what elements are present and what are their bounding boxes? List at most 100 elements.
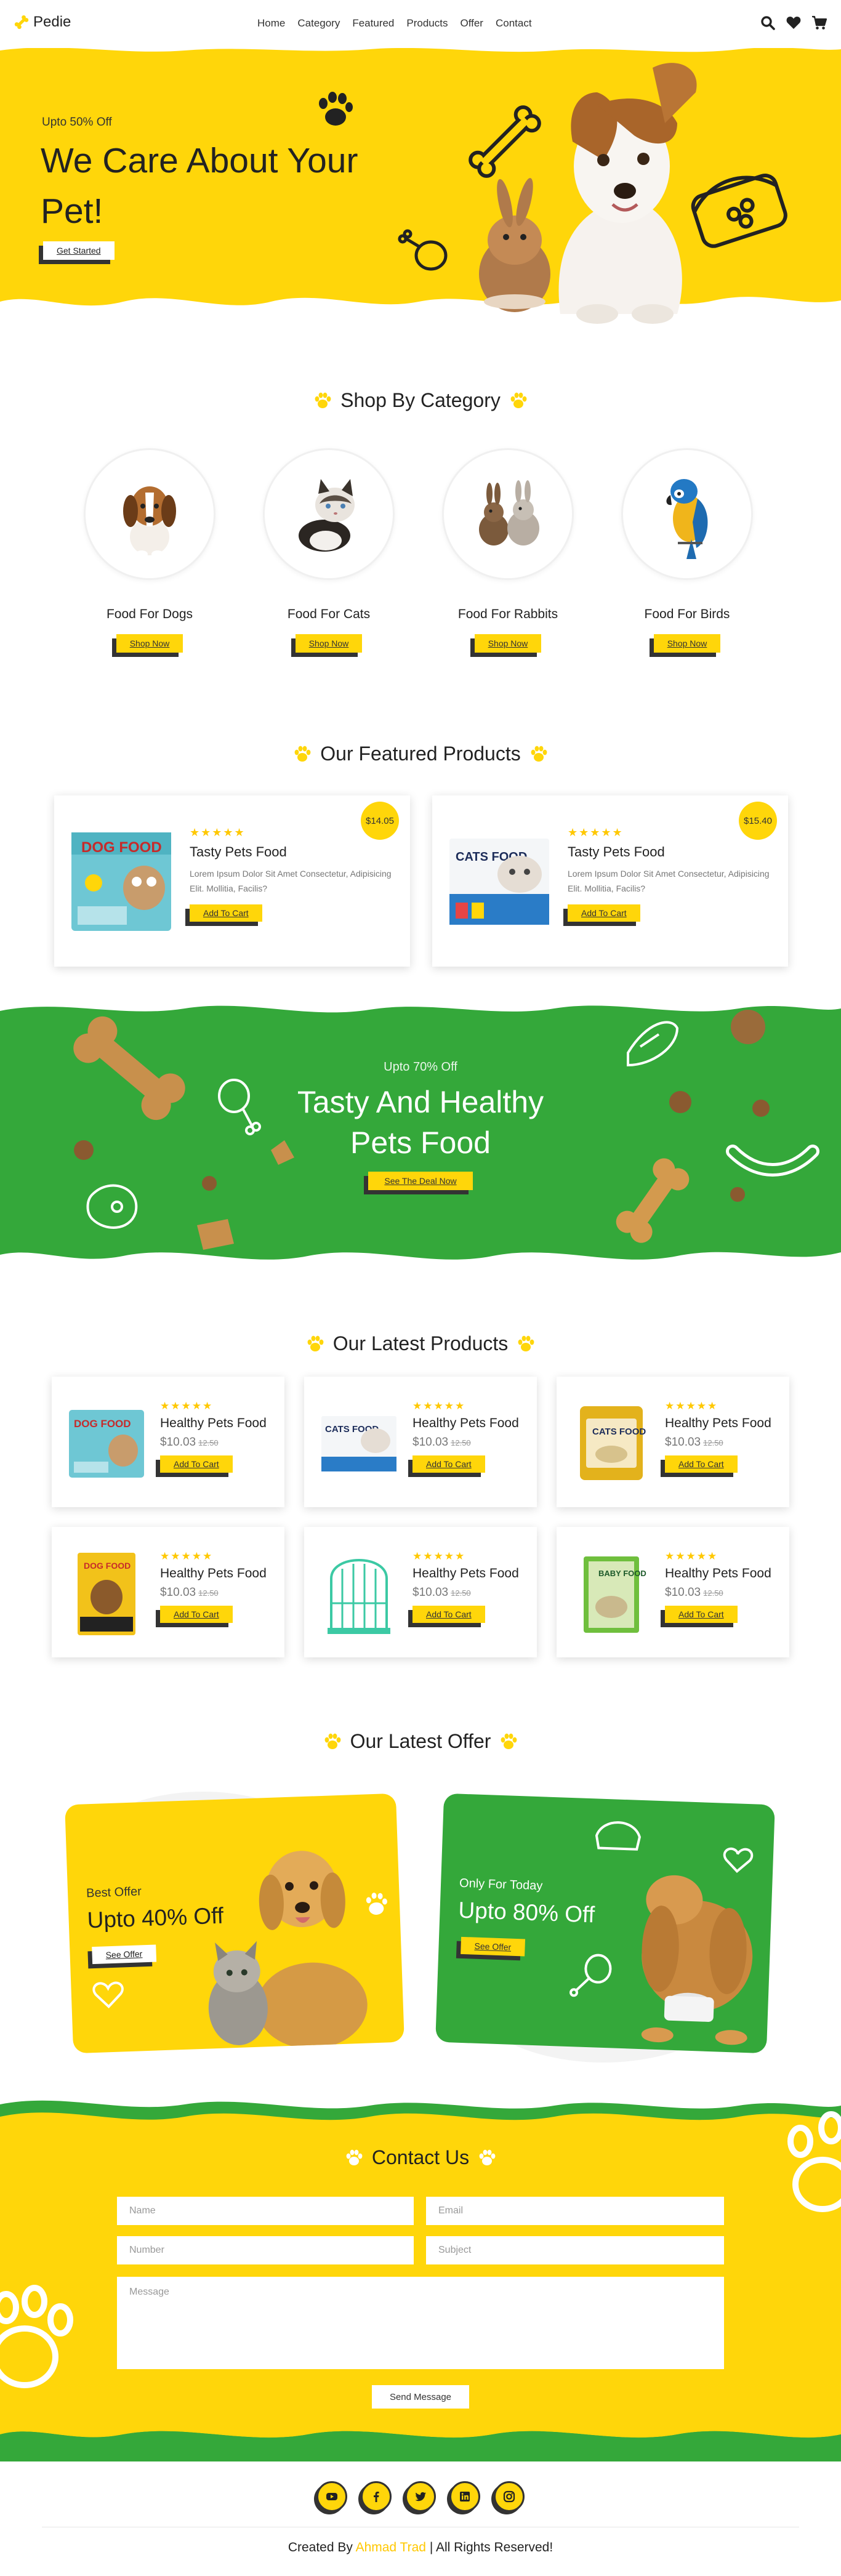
package-label: DOG FOOD — [84, 1561, 131, 1571]
paw-icon — [346, 2149, 363, 2165]
category-name-dogs: Food For Dogs — [106, 607, 193, 621]
category-image-cats[interactable] — [263, 448, 395, 580]
nav-offer[interactable]: Offer — [460, 17, 483, 30]
credit-prefix: Created By — [288, 2540, 353, 2554]
hero-section: Upto 50% Off We Care About Your Pet! Get… — [0, 43, 841, 332]
add-to-cart-button[interactable]: Add To Cart — [160, 1455, 233, 1473]
subject-field[interactable]: Subject — [426, 2236, 724, 2264]
offer-card-best: Best Offer Upto 40% Off See Offer — [65, 1793, 404, 2054]
dog-food-package-image[interactable]: DOG FOOD — [66, 1398, 147, 1487]
heart-outline-icon — [723, 1847, 754, 1874]
latest-product-info: ★★★★★ Healthy Pets Food $10.03 12.50 Add … — [665, 1550, 782, 1623]
bird-cage-image[interactable] — [319, 1548, 399, 1638]
add-to-cart-button[interactable]: Add To Cart — [568, 904, 640, 922]
linkedin-icon[interactable] — [449, 2481, 480, 2512]
latest-product-card: CATS FOOD ★★★★★ Healthy Pets Food $10.03… — [304, 1377, 537, 1507]
category-name-rabbits: Food For Rabbits — [457, 607, 558, 621]
see-offer-button[interactable]: See Offer — [92, 1944, 156, 1965]
shop-now-dogs-button[interactable]: Shop Now — [116, 634, 183, 653]
name-field[interactable]: Name — [117, 2197, 414, 2225]
header-actions — [760, 15, 827, 31]
nav-featured[interactable]: Featured — [352, 17, 394, 30]
paw-icon — [479, 2149, 496, 2165]
cart-icon[interactable] — [811, 15, 827, 31]
email-field[interactable]: Email — [426, 2197, 724, 2225]
cat-food-package-image[interactable]: CATS FOOD — [319, 1398, 399, 1487]
nav-category[interactable]: Category — [297, 17, 340, 30]
shop-now-cats-button[interactable]: Shop Now — [295, 634, 363, 653]
package-label: DOG FOOD — [74, 1418, 131, 1430]
paw-icon — [315, 392, 331, 408]
search-icon[interactable] — [760, 15, 776, 31]
message-field[interactable]: Message — [117, 2277, 724, 2369]
add-to-cart-button[interactable]: Add To Cart — [160, 1606, 233, 1623]
cat-food-can-image[interactable]: CATS FOOD — [571, 1398, 651, 1487]
author-link[interactable]: Ahmad Trad — [356, 2540, 426, 2554]
offer-title-text: Our Latest Offer — [350, 1730, 491, 1752]
old-price: 12.50 — [451, 1588, 471, 1598]
rating-stars: ★★★★★ — [160, 1400, 214, 1412]
current-price: $10.03 — [160, 1586, 196, 1599]
instagram-icon[interactable] — [494, 2481, 525, 2512]
page: Pedie Home Category Featured Products Of… — [0, 0, 841, 2576]
food-bowl-icon — [691, 174, 787, 248]
add-to-cart-button[interactable]: Add To Cart — [665, 1455, 738, 1473]
rating-stars: ★★★★★ — [665, 1400, 718, 1412]
get-started-button[interactable]: Get Started — [43, 241, 115, 260]
nav-products[interactable]: Products — [406, 17, 448, 30]
category-image-birds[interactable] — [621, 448, 753, 580]
latest-product-info: ★★★★★ Healthy Pets Food $10.03 12.50 Add … — [160, 1400, 277, 1473]
price-badge: $14.05 — [361, 802, 399, 840]
product-price: $10.03 12.50 — [665, 1436, 782, 1449]
dog-food-bag-image[interactable]: DOG FOOD — [66, 1548, 147, 1638]
rabbit-photo — [479, 178, 550, 312]
featured-section-title: Our Featured Products — [0, 743, 841, 765]
heart-icon[interactable] — [786, 15, 802, 31]
latest-product-card: BABY FOOD ★★★★★ Healthy Pets Food $10.03… — [557, 1527, 789, 1657]
shop-now-birds-button[interactable]: Shop Now — [653, 634, 721, 653]
nav-contact[interactable]: Contact — [496, 17, 532, 30]
bone-outline-icon — [469, 105, 541, 178]
old-price: 12.50 — [703, 1438, 723, 1447]
add-to-cart-button[interactable]: Add To Cart — [665, 1606, 738, 1623]
facebook-icon[interactable] — [361, 2481, 392, 2512]
product-description: Lorem Ipsum Dolor Sit Amet Consectetur, … — [568, 869, 770, 893]
dog-food-package-image[interactable]: DOG FOOD — [69, 826, 174, 936]
promo-title-line: Pets Food — [350, 1125, 491, 1160]
category-image-rabbits[interactable] — [442, 448, 574, 580]
latest-product-info: ★★★★★ Healthy Pets Food $10.03 12.50 Add … — [160, 1550, 277, 1623]
rating-stars: ★★★★★ — [665, 1550, 718, 1562]
rating-stars: ★★★★★ — [412, 1400, 466, 1412]
add-to-cart-button[interactable]: Add To Cart — [412, 1455, 485, 1473]
promo-title-line: Tasty And Healthy — [297, 1085, 544, 1119]
youtube-icon[interactable] — [316, 2481, 347, 2512]
baby-food-bag-image[interactable]: BABY FOOD — [571, 1548, 651, 1638]
category-card-cats: Food For Cats Shop Now — [261, 448, 396, 653]
credit-suffix: | All Rights Reserved! — [429, 2540, 553, 2554]
contact-section-title: Contact Us — [0, 2146, 841, 2169]
add-to-cart-button[interactable]: Add To Cart — [190, 904, 262, 922]
bowl-outline-icon — [595, 1821, 641, 1851]
category-name-birds: Food For Birds — [644, 607, 730, 621]
send-message-button[interactable]: Send Message — [372, 2385, 469, 2409]
category-image-dogs[interactable] — [84, 448, 215, 580]
drumstick-icon — [398, 229, 448, 271]
old-price: 12.50 — [198, 1438, 219, 1447]
offer-section-title: Our Latest Offer — [0, 1730, 841, 1753]
add-to-cart-button[interactable]: Add To Cart — [412, 1606, 485, 1623]
logo[interactable]: Pedie — [14, 14, 71, 31]
contact-title-text: Contact Us — [371, 2146, 470, 2168]
category-card-birds: Food For Birds Shop Now — [619, 448, 755, 653]
drumstick-outline-icon — [569, 1954, 612, 1997]
number-field[interactable]: Number — [117, 2236, 414, 2264]
see-offer-button[interactable]: See Offer — [461, 1936, 525, 1957]
see-deal-button[interactable]: See The Deal Now — [368, 1172, 473, 1190]
cat-food-package-image[interactable]: CATS FOOD — [447, 826, 552, 936]
paw-outline-icon — [366, 1893, 387, 1915]
shop-now-rabbits-button[interactable]: Shop Now — [474, 634, 542, 653]
product-price: $10.03 12.50 — [160, 1436, 277, 1449]
twitter-icon[interactable] — [405, 2481, 436, 2512]
latest-product-info: ★★★★★ Healthy Pets Food $10.03 12.50 Add … — [412, 1400, 529, 1473]
nav-home[interactable]: Home — [257, 17, 285, 30]
product-name: Healthy Pets Food — [412, 1566, 519, 1580]
